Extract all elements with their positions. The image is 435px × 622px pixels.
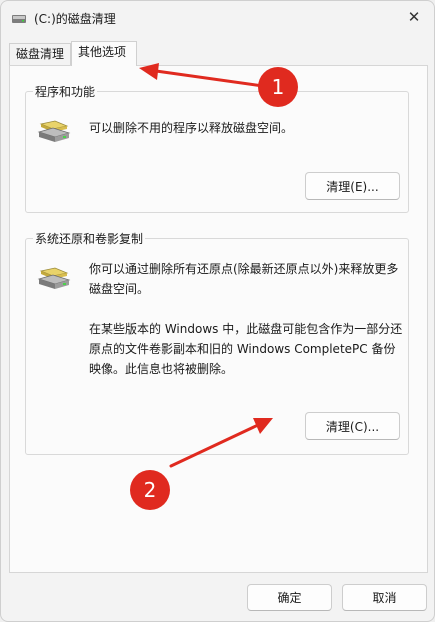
restore-detail-line: 映像。此信息也将被删除。 (89, 362, 234, 376)
title-bar: (C:)的磁盘清理 ✕ (1, 1, 434, 37)
close-icon: ✕ (407, 8, 421, 26)
cleanup-restore-points-button[interactable]: 清理(C)... (305, 412, 400, 440)
disk-drive-icon (37, 267, 71, 289)
restore-description-line: 你可以通过删除所有还原点(除最新还原点以外)来释放更多 (89, 262, 399, 276)
cleanup-programs-button[interactable]: 清理(E)... (305, 172, 400, 200)
programs-and-features-group: 程序和功能 可以删除不用的程序以释放磁盘空间。 清理(E)... (25, 83, 409, 213)
disk-drive-icon (37, 120, 71, 142)
restore-description-line: 磁盘空间。 (89, 282, 150, 296)
close-button[interactable]: ✕ (394, 1, 434, 33)
ok-button[interactable]: 确定 (247, 584, 332, 611)
disk-cleanup-dialog: (C:)的磁盘清理 ✕ 磁盘清理 其他选项 程序和功能 可以删除不用的程序以释放… (0, 0, 435, 622)
group-title: 系统还原和卷影复制 (33, 230, 146, 247)
tab-panel-more-options: 程序和功能 可以删除不用的程序以释放磁盘空间。 清理(E)... 系统还原和卷影… (9, 65, 428, 573)
programs-description: 可以删除不用的程序以释放磁盘空间。 (89, 121, 294, 135)
group-title: 程序和功能 (33, 83, 98, 100)
tab-more-options[interactable]: 其他选项 (71, 41, 137, 66)
system-restore-shadow-copies-group: 系统还原和卷影复制 你可以通过删除所有还原点(除最新还原点以外)来释放更多 磁盘… (25, 230, 409, 455)
window-title: (C:)的磁盘清理 (34, 12, 116, 26)
cancel-button[interactable]: 取消 (342, 584, 427, 611)
tab-disk-cleanup[interactable]: 磁盘清理 (9, 43, 71, 65)
disk-cleanup-app-icon (12, 15, 26, 23)
restore-detail-line: 原点的文件卷影副本和旧的 Windows CompletePC 备份 (89, 342, 396, 356)
restore-detail-line: 在某些版本的 Windows 中，此磁盘可能包含作为一部分还 (89, 322, 403, 336)
